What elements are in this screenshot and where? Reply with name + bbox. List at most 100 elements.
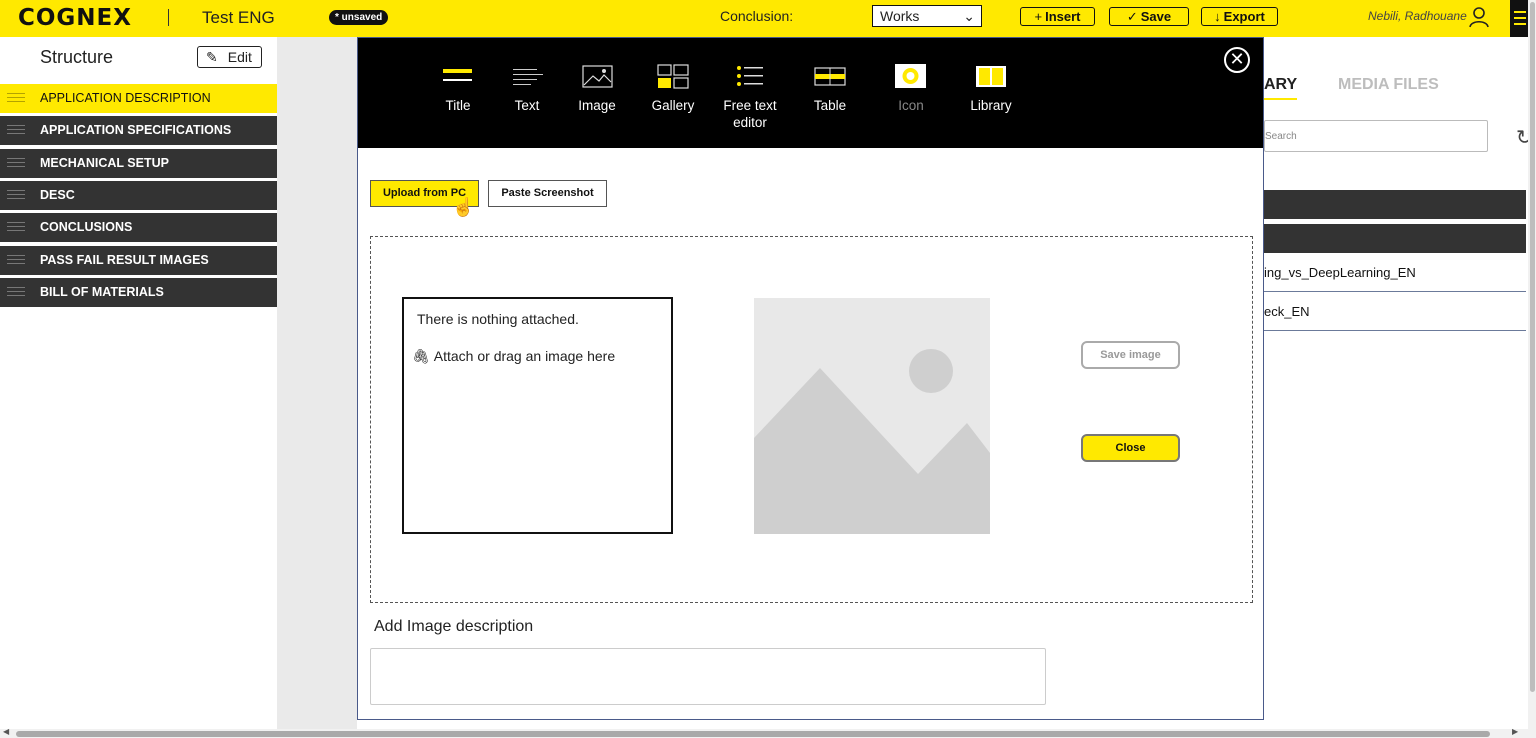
- export-label: Export: [1223, 9, 1265, 24]
- check-icon: ✓: [1126, 9, 1138, 24]
- sidebar-item-label: CONCLUSIONS: [40, 220, 133, 235]
- plus-icon: +: [1034, 9, 1043, 24]
- sidebar-item-label: PASS FAIL RESULT IMAGES: [40, 252, 209, 267]
- icon-icon: [895, 64, 926, 88]
- sidebar-item[interactable]: DESC: [0, 180, 277, 210]
- user-name: Nebili, Radhouane: [1368, 9, 1467, 23]
- close-button[interactable]: Close: [1081, 434, 1180, 462]
- vertical-scrollbar[interactable]: [1528, 0, 1536, 738]
- sidebar-item[interactable]: BILL OF MATERIALS: [0, 277, 277, 307]
- tool-text[interactable]: Text: [492, 63, 562, 114]
- horizontal-scrollbar[interactable]: ◀ ▶: [0, 727, 1528, 738]
- image-description-input[interactable]: [370, 648, 1046, 705]
- library-item[interactable]: eck_EN: [1264, 292, 1526, 331]
- title-icon: [438, 63, 478, 93]
- drag-handle-icon[interactable]: [7, 93, 25, 104]
- save-button[interactable]: ✓ Save: [1109, 7, 1189, 26]
- library-panel: ARY MEDIA FILES Search ↻ ing_vs_DeepLear…: [1264, 37, 1533, 738]
- library-item[interactable]: ing_vs_DeepLearning_EN: [1264, 253, 1526, 292]
- sidebar-item[interactable]: MECHANICAL SETUP: [0, 148, 277, 178]
- sidebar-item[interactable]: CONCLUSIONS: [0, 213, 277, 243]
- chevron-down-icon: ⌄: [963, 8, 975, 24]
- logo-divider: [168, 9, 169, 26]
- tool-library-label: Library: [970, 98, 1012, 113]
- tool-gallery[interactable]: Gallery: [638, 63, 708, 114]
- paste-screenshot-button[interactable]: Paste Screenshot: [488, 180, 607, 207]
- close-dialog-icon[interactable]: ✕: [1224, 47, 1250, 73]
- tool-icon[interactable]: Icon: [876, 63, 946, 114]
- edit-structure-button[interactable]: ✎ Edit: [197, 46, 262, 68]
- tab-library[interactable]: ARY: [1264, 76, 1298, 100]
- hamburger-menu-icon[interactable]: [1510, 0, 1528, 37]
- save-label: Save: [1140, 9, 1172, 24]
- cognex-logo[interactable]: COGNEX: [18, 5, 132, 31]
- attachment-box[interactable]: There is nothing attached. 🖇 Attach or dr…: [402, 297, 673, 534]
- image-insert-dialog: Title Text Image Gallery Free text edito…: [357, 37, 1264, 720]
- drag-handle-icon[interactable]: [7, 222, 25, 233]
- drag-handle-icon[interactable]: [7, 125, 25, 136]
- scroll-left-icon[interactable]: ◀: [3, 727, 9, 736]
- tool-library[interactable]: Library: [956, 63, 1026, 114]
- drag-handle-icon[interactable]: [7, 157, 25, 169]
- hand-cursor-icon: ☝: [452, 197, 475, 217]
- image-drop-zone[interactable]: There is nothing attached. 🖇 Attach or dr…: [370, 236, 1253, 603]
- pencil-icon: ✎: [206, 49, 218, 65]
- drag-handle-icon[interactable]: [7, 286, 25, 298]
- tool-free-text-editor[interactable]: Free text editor: [715, 63, 785, 131]
- sidebar-item-label: APPLICATION DESCRIPTION: [40, 91, 211, 105]
- image-placeholder: [754, 298, 990, 534]
- nothing-attached-text: There is nothing attached.: [417, 311, 579, 327]
- save-image-button[interactable]: Save image: [1081, 341, 1180, 369]
- library-group-bar[interactable]: [1264, 190, 1526, 219]
- block-type-toolbar: Title Text Image Gallery Free text edito…: [358, 38, 1263, 148]
- editor-background: [277, 37, 357, 738]
- gallery-icon: [657, 64, 689, 89]
- sidebar-item-label: MECHANICAL SETUP: [40, 155, 169, 170]
- insert-button[interactable]: + Insert: [1020, 7, 1095, 26]
- tool-title[interactable]: Title: [423, 63, 493, 114]
- scroll-right-icon[interactable]: ▶: [1512, 727, 1518, 736]
- paperclip-icon: 🖇: [412, 348, 430, 364]
- user-icon[interactable]: [1468, 6, 1490, 28]
- tool-image[interactable]: Image: [562, 63, 632, 114]
- image-description-label: Add Image description: [374, 618, 534, 635]
- sidebar-item[interactable]: APPLICATION DESCRIPTION: [0, 84, 277, 113]
- export-button[interactable]: ↓ Export: [1201, 7, 1278, 26]
- insert-label: Insert: [1045, 9, 1081, 24]
- conclusion-value: Works: [880, 8, 920, 24]
- library-icon: [976, 66, 1006, 87]
- tool-text-label: Text: [514, 98, 540, 113]
- tool-table-label: Table: [813, 98, 847, 113]
- attach-hint[interactable]: 🖇 Attach or drag an image here: [412, 348, 615, 365]
- conclusion-label: Conclusion:: [720, 8, 794, 24]
- horizontal-scroll-thumb[interactable]: [16, 731, 1490, 737]
- conclusion-select[interactable]: Works ⌄: [872, 5, 982, 27]
- table-icon: [814, 67, 846, 86]
- sidebar-item[interactable]: PASS FAIL RESULT IMAGES: [0, 245, 277, 275]
- download-icon: ↓: [1214, 9, 1221, 24]
- document-title: Test ENG: [202, 8, 275, 27]
- structure-sidebar: Structure ✎ Edit APPLICATION DESCRIPTION A…: [0, 37, 277, 738]
- tab-media-files[interactable]: MEDIA FILES: [1338, 76, 1439, 94]
- top-bar: COGNEX Test ENG * unsaved Conclusion: Wo…: [0, 0, 1536, 37]
- structure-title: Structure: [40, 47, 114, 67]
- tool-free-text-label: Free text editor: [723, 98, 777, 130]
- tool-title-label: Title: [445, 98, 471, 113]
- tool-gallery-label: Gallery: [651, 98, 695, 113]
- library-group-bar[interactable]: [1264, 224, 1526, 253]
- tool-icon-label: Icon: [898, 98, 924, 113]
- sidebar-item-label: BILL OF MATERIALS: [40, 284, 164, 299]
- text-icon: [507, 63, 547, 93]
- drag-handle-icon[interactable]: [7, 254, 25, 266]
- list-icon: [737, 66, 763, 86]
- attach-hint-label: Attach or drag an image here: [433, 348, 616, 364]
- edit-label: Edit: [227, 49, 252, 65]
- image-icon: [582, 65, 613, 88]
- sidebar-item-label: DESC: [40, 187, 75, 202]
- tool-table[interactable]: Table: [795, 63, 865, 114]
- unsaved-badge: * unsaved: [329, 10, 389, 25]
- drag-handle-icon[interactable]: [7, 189, 25, 201]
- library-search-input[interactable]: Search: [1264, 120, 1488, 152]
- sidebar-item-label: APPLICATION SPECIFICATIONS: [40, 123, 232, 138]
- sidebar-item[interactable]: APPLICATION SPECIFICATIONS: [0, 116, 277, 146]
